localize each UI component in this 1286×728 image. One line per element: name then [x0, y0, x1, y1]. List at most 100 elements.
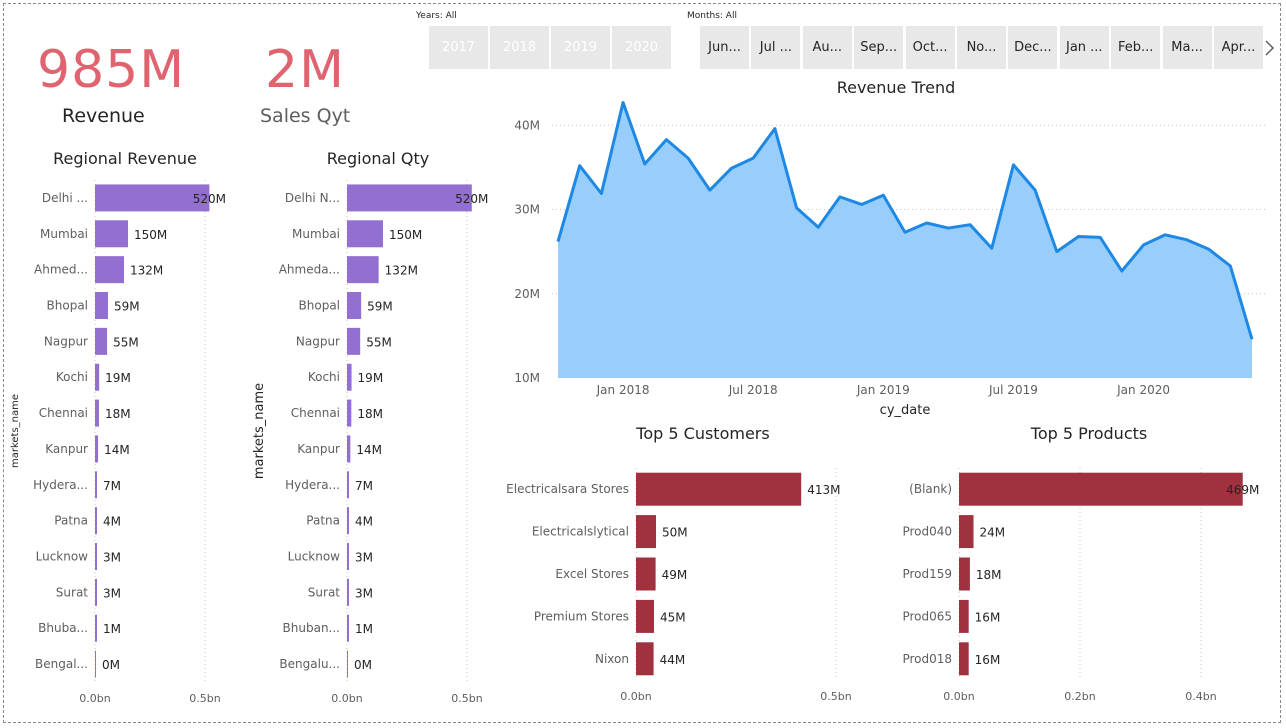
months-slicer-title: Months: All — [687, 11, 737, 21]
bar — [95, 650, 96, 678]
category-label: Lucknow — [36, 550, 89, 564]
data-label: 14M — [356, 443, 382, 457]
month-option[interactable]: Oct... — [905, 26, 955, 69]
category-label: Bhuban... — [283, 621, 340, 635]
category-label: Nagpur — [44, 334, 88, 348]
category-label: Excel Stores — [555, 567, 629, 581]
month-option[interactable]: Au... — [802, 26, 852, 69]
y-tick-label: 40M — [514, 118, 540, 132]
month-option[interactable]: Sep... — [854, 26, 904, 69]
bar — [95, 507, 97, 535]
category-label: Nagpur — [296, 334, 340, 348]
data-label: 49M — [662, 568, 688, 582]
bar — [959, 557, 970, 591]
year-option-2017[interactable]: 2017 — [429, 26, 488, 69]
category-label: Surat — [56, 585, 89, 599]
month-option[interactable]: No... — [957, 26, 1006, 69]
category-label: Lucknow — [288, 550, 341, 564]
x-tick-label: 0.5bn — [451, 692, 482, 705]
regional-qty-chart: 0.0bn 0.5bn Delhi N... 520M Mumbai 150M Ahmeda… — [252, 180, 488, 705]
category-label: Prod040 — [902, 525, 952, 539]
month-option[interactable]: Jul ... — [751, 26, 801, 69]
top5-products-chart: 0.0bn 0.2bn 0.4bn (Blank) 469M Prod040 24M Prod… — [902, 468, 1259, 703]
bar — [959, 599, 969, 633]
bar — [347, 399, 352, 427]
year-option-2019[interactable]: 2019 — [551, 26, 610, 69]
category-label: Kochi — [56, 370, 88, 384]
x-tick-label: Jul 2018 — [728, 383, 778, 397]
x-tick-label: 0.0bn — [331, 692, 362, 705]
chevron-right-icon[interactable] — [1262, 38, 1276, 58]
y-axis-title: markets_name — [252, 383, 267, 479]
revenue-trend-title: Revenue Trend — [836, 78, 956, 97]
bar — [95, 363, 100, 391]
category-label: Prod159 — [902, 567, 952, 581]
data-label: 4M — [103, 515, 121, 529]
bar — [636, 472, 802, 506]
year-option-2020[interactable]: 2020 — [612, 26, 671, 69]
x-tick-label: 0.0bn — [620, 690, 651, 703]
category-label: Prod018 — [902, 652, 952, 666]
month-option[interactable]: Jan ... — [1059, 26, 1109, 69]
bar — [636, 599, 654, 633]
bar — [636, 642, 654, 676]
x-tick-label: 0.5bn — [189, 692, 220, 705]
data-label: 55M — [366, 335, 392, 349]
category-label: Bengalu... — [279, 657, 340, 671]
top5-customers-title: Top 5 Customers — [636, 424, 770, 443]
month-option[interactable]: Ma... — [1162, 26, 1212, 69]
category-label: Bengal... — [35, 657, 88, 671]
data-label: 16M — [975, 653, 1001, 667]
data-label: 1M — [103, 622, 121, 636]
bar — [347, 471, 349, 499]
category-label: Electricalsara Stores — [506, 482, 629, 496]
data-label: 469M — [1226, 483, 1259, 497]
revenue-kpi-value: 985M — [37, 40, 186, 100]
category-label: Hydera... — [33, 478, 88, 492]
bar — [959, 642, 969, 676]
category-label: Prod065 — [902, 609, 952, 623]
month-option[interactable]: Dec... — [1008, 26, 1058, 69]
bar — [95, 543, 97, 570]
category-label: Surat — [308, 585, 341, 599]
category-label: Mumbai — [40, 227, 88, 241]
data-label: 14M — [104, 443, 130, 457]
bar — [347, 614, 349, 642]
sales-qty-kpi-value: 2M — [265, 40, 345, 100]
data-label: 150M — [389, 228, 422, 242]
bar — [347, 543, 349, 570]
data-label: 19M — [358, 371, 384, 385]
category-label: Delhi ... — [42, 191, 88, 205]
bar — [347, 292, 362, 319]
x-tick-label: 0.5bn — [820, 690, 851, 703]
x-axis-title: cy_date — [880, 403, 931, 418]
category-label: Mumbai — [292, 227, 340, 241]
years-slicer-title: Years: All — [416, 11, 457, 21]
category-label: Kochi — [308, 370, 340, 384]
data-label: 3M — [103, 551, 121, 565]
x-tick-label: 0.0bn — [943, 690, 974, 703]
month-option[interactable]: Jun... — [700, 26, 749, 69]
month-option[interactable]: Feb... — [1111, 26, 1161, 69]
category-label: Chennai — [39, 406, 88, 420]
data-label: 0M — [354, 658, 372, 672]
data-label: 16M — [975, 610, 1001, 624]
category-label: Bhuba... — [38, 621, 88, 635]
bar — [347, 220, 383, 248]
bar — [95, 220, 128, 248]
regional-revenue-chart: 0.0bn 0.5bn Delhi ... 520M Mumbai 150M Ahmed..… — [10, 180, 226, 705]
regional-revenue-title: Regional Revenue — [53, 149, 197, 168]
x-tick-label: 0.2bn — [1064, 690, 1095, 703]
category-label: Delhi N... — [285, 191, 340, 205]
year-option-2018[interactable]: 2018 — [490, 26, 549, 69]
bar — [636, 557, 656, 591]
bar — [347, 650, 348, 678]
category-label: Ahmeda... — [279, 263, 340, 277]
data-label: 44M — [660, 653, 686, 667]
data-label: 50M — [662, 526, 688, 540]
y-tick-label: 10M — [514, 371, 540, 385]
category-label: Premium Stores — [534, 609, 629, 623]
month-option[interactable]: Apr... — [1214, 26, 1263, 69]
bar — [347, 363, 352, 391]
bar — [95, 327, 108, 355]
